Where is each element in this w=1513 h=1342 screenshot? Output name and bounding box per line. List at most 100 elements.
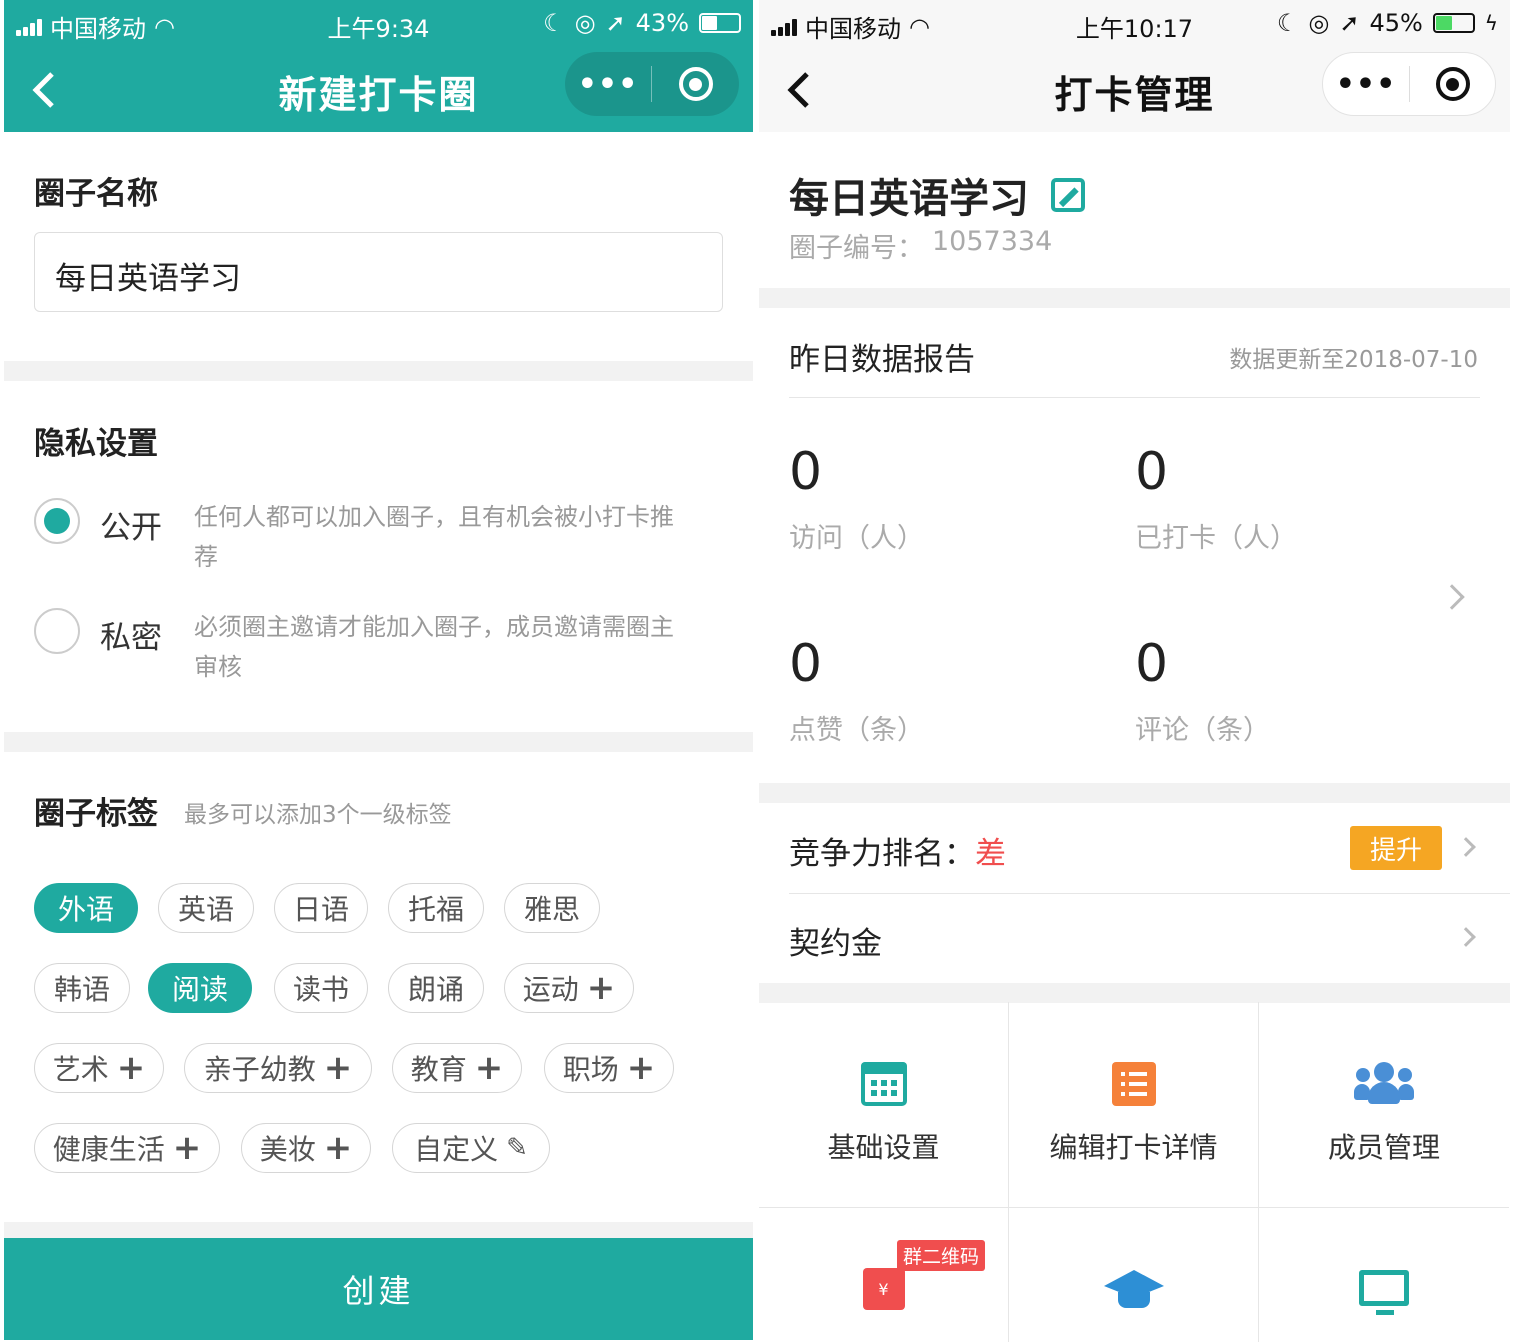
list-icon	[1111, 1062, 1156, 1106]
plus-icon: +	[172, 1128, 202, 1168]
graduation-cap-icon	[1103, 1270, 1164, 1310]
tag-label: 英语	[177, 893, 234, 926]
section-divider	[759, 983, 1510, 1003]
pencil-icon: ✎	[506, 1133, 528, 1163]
tag-chip[interactable]: 美妆 +	[241, 1123, 371, 1173]
tag-chip[interactable]: 亲子幼教 +	[184, 1043, 372, 1093]
group-qr-cell[interactable]: ¥	[759, 1208, 1009, 1342]
location-icon: ➚	[605, 9, 626, 37]
stat-likes: 0 点赞（条）	[789, 634, 924, 747]
stat-value: 0	[789, 634, 823, 694]
tag-chip[interactable]: 读书	[274, 963, 368, 1013]
basic-settings-cell[interactable]: 基础设置	[759, 1002, 1009, 1208]
group-qr-badge: 群二维码	[897, 1240, 986, 1271]
moon-icon: ☾	[1276, 9, 1299, 37]
chevron-right-icon[interactable]	[1456, 927, 1476, 947]
tag-label: 朗诵	[407, 973, 464, 1006]
stat-label: 评论（条）	[1135, 715, 1270, 746]
tag-label: 阅读	[171, 973, 228, 1006]
course-cell[interactable]	[1009, 1208, 1259, 1342]
circle-name: 每日英语学习	[789, 176, 1029, 222]
tag-label: 职场	[562, 1053, 619, 1086]
battery-percent: 45%	[1369, 9, 1423, 37]
plus-icon: +	[116, 1048, 146, 1088]
section-divider	[4, 361, 753, 381]
charging-icon: ϟ	[1484, 11, 1498, 35]
cell-label: 编辑打卡详情	[1049, 1131, 1218, 1164]
tag-chip[interactable]: 雅思	[504, 883, 600, 933]
location-icon: ➚	[1339, 9, 1360, 37]
calendar-icon	[860, 1062, 907, 1106]
privacy-section-label: 隐私设置	[34, 426, 158, 462]
public-radio[interactable]	[34, 498, 80, 544]
stat-visits: 0 访问（人）	[789, 442, 924, 555]
rotation-lock-icon: ◎	[1308, 9, 1330, 37]
tag-label: 读书	[292, 973, 349, 1006]
tag-chip[interactable]: 日语	[274, 883, 368, 933]
tag-chip[interactable]: 朗诵	[388, 963, 484, 1013]
battery-icon	[1432, 13, 1475, 33]
tag-chip[interactable]: 职场 +	[544, 1043, 674, 1093]
section-divider	[759, 783, 1510, 803]
custom-tag-chip[interactable]: 自定义 ✎	[392, 1123, 550, 1173]
tag-chip[interactable]: 运动 +	[504, 963, 634, 1013]
tag-label: 运动	[522, 973, 579, 1006]
section-divider	[4, 1222, 753, 1238]
stat-checked-in: 0 已打卡（人）	[1135, 442, 1297, 555]
public-label: 公开	[100, 510, 162, 546]
section-divider	[4, 732, 753, 752]
stat-label: 点赞（条）	[789, 715, 924, 746]
tag-label: 亲子幼教	[203, 1053, 316, 1086]
tag-chip[interactable]: 托福	[388, 883, 484, 933]
display-cell[interactable]	[1259, 1208, 1509, 1342]
target-icon	[678, 67, 713, 101]
edit-icon[interactable]	[1051, 178, 1085, 212]
cell-label: 基础设置	[827, 1131, 940, 1164]
stat-label: 已打卡（人）	[1135, 523, 1297, 554]
private-radio[interactable]	[34, 608, 80, 654]
more-icon[interactable]: •••	[1323, 67, 1409, 102]
stat-label: 访问（人）	[789, 523, 924, 554]
circle-name-input[interactable]: 每日英语学习	[34, 232, 723, 312]
nav-bar: 新建打卡圈 •••	[4, 48, 753, 132]
tag-chip[interactable]: 艺术 +	[34, 1043, 164, 1093]
tag-label: 美妆	[259, 1133, 316, 1166]
tag-label: 自定义	[414, 1133, 499, 1166]
private-desc: 必须圈主邀请才能加入圈子，成员邀请需圈主审核	[194, 613, 674, 681]
create-button[interactable]: 创建	[4, 1238, 753, 1340]
tag-chip[interactable]: 教育 +	[392, 1043, 522, 1093]
circle-id: 圈子编号： 1057334	[789, 226, 1052, 265]
users-icon	[1354, 1062, 1414, 1106]
name-section-label: 圈子名称	[34, 176, 158, 212]
divider	[789, 893, 1510, 894]
divider	[789, 397, 1480, 398]
section-divider	[759, 288, 1510, 308]
deposit-row[interactable]: 契约金	[789, 918, 882, 963]
close-mini-program-button[interactable]	[1410, 67, 1495, 101]
rank-value: 差	[975, 836, 1006, 872]
plus-icon: +	[474, 1048, 504, 1088]
rank-row[interactable]: 竞争力排名：差	[789, 828, 1006, 873]
rank-label: 竞争力排名：	[789, 836, 975, 872]
tag-chip[interactable]: 健康生活 +	[34, 1123, 220, 1173]
mini-program-capsule: •••	[1322, 52, 1496, 116]
report-updated: 数据更新至2018-07-10	[1229, 347, 1478, 373]
tag-label: 艺术	[52, 1053, 109, 1086]
tags-hint: 最多可以添加3个一级标签	[184, 802, 452, 828]
tag-chip[interactable]: 外语	[34, 883, 138, 933]
edit-checkin-cell[interactable]: 编辑打卡详情	[1009, 1002, 1259, 1208]
stat-value: 0	[789, 442, 823, 502]
tag-chip[interactable]: 阅读	[148, 963, 252, 1013]
target-icon	[1435, 67, 1470, 101]
chevron-right-icon[interactable]	[1439, 584, 1465, 610]
battery-percent: 43%	[635, 9, 689, 37]
improve-button[interactable]: 提升	[1350, 826, 1442, 870]
stat-value: 0	[1135, 634, 1169, 694]
tag-chip[interactable]: 韩语	[34, 963, 130, 1013]
member-manage-cell[interactable]: 成员管理	[1259, 1002, 1509, 1208]
more-icon[interactable]: •••	[565, 67, 651, 102]
close-mini-program-button[interactable]	[652, 67, 739, 101]
tag-chip[interactable]: 英语	[158, 883, 254, 933]
cell-label: 成员管理	[1327, 1131, 1440, 1164]
chevron-right-icon[interactable]	[1456, 837, 1476, 857]
